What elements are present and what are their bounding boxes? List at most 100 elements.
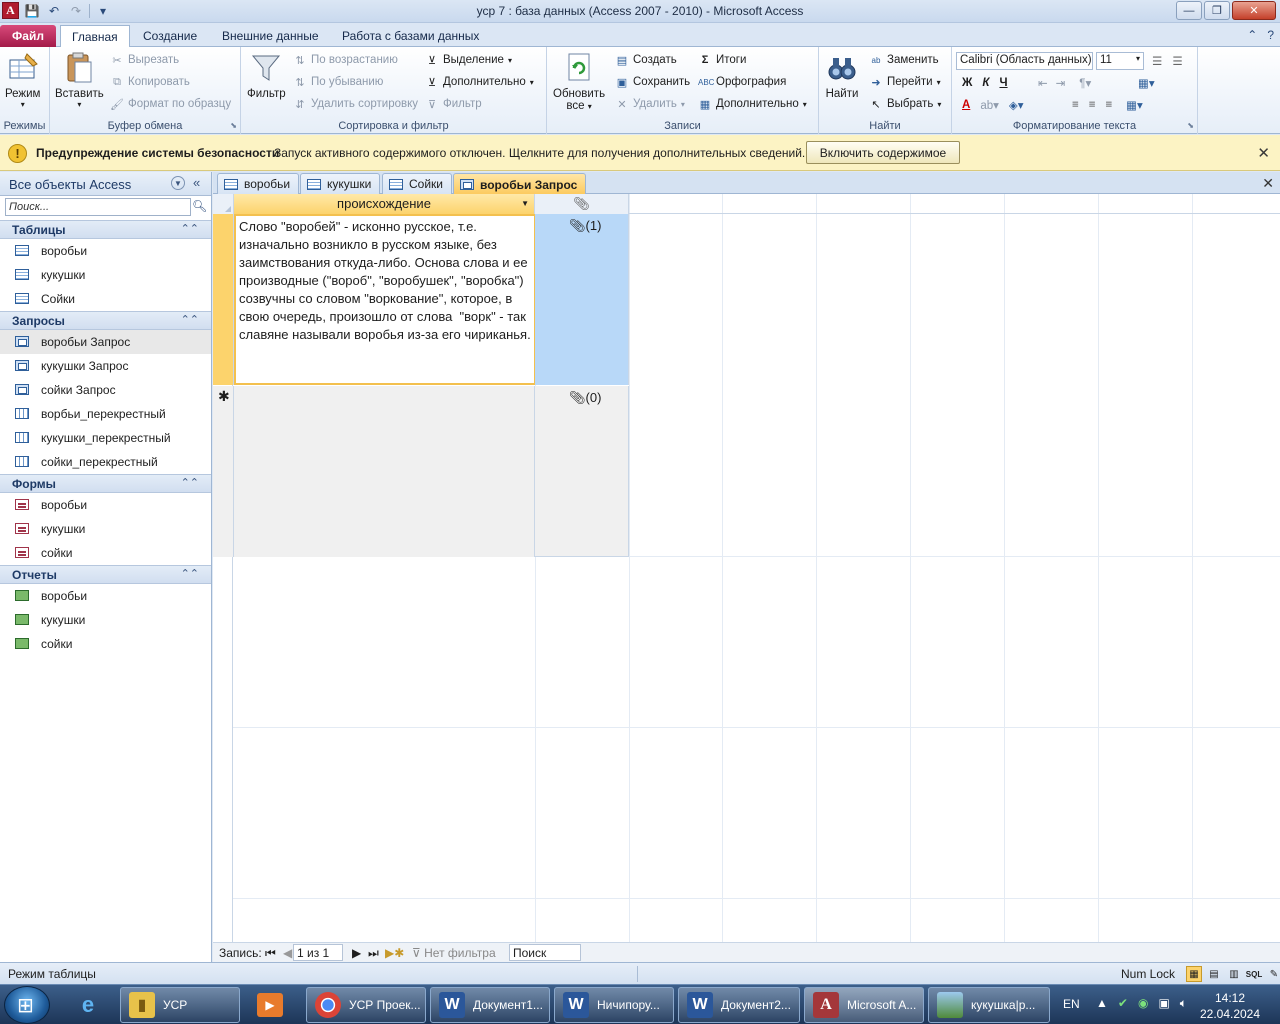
align-left-icon[interactable]: ≡: [1072, 99, 1079, 111]
taskbar-item-image[interactable]: кукушка|р...: [928, 987, 1050, 1023]
minimize-ribbon-icon[interactable]: ⌃: [1247, 28, 1257, 42]
doc-tab-query-active[interactable]: воробьи Запрос: [453, 173, 587, 195]
media-player-icon[interactable]: ▶: [244, 987, 296, 1023]
taskbar-item-explorer[interactable]: ▮ УСР: [120, 987, 240, 1023]
view-button[interactable]: Режим ▾: [5, 51, 40, 109]
nav-item-table[interactable]: кукушки: [0, 263, 211, 287]
tab-database-tools[interactable]: Работа с базами данных: [331, 25, 490, 47]
remove-sort-button[interactable]: ⇵ Удалить сортировку: [293, 95, 418, 113]
column-header-origin[interactable]: происхождение ▼: [234, 194, 535, 214]
start-button[interactable]: [4, 986, 50, 1024]
nav-item-table[interactable]: Сойки: [0, 287, 211, 311]
find-button[interactable]: Найти: [825, 51, 859, 100]
totals-button[interactable]: Σ Итоги: [698, 51, 747, 69]
nav-item-query[interactable]: кукушки_перекрестный: [0, 426, 211, 450]
record-search-input[interactable]: Поиск: [509, 944, 581, 961]
taskbar-item-word-2[interactable]: W Ничипору...: [554, 987, 674, 1023]
select-all-button[interactable]: [213, 194, 234, 214]
list-numbers-icon[interactable]: ☰: [1172, 54, 1182, 68]
new-record-origin-cell[interactable]: [234, 386, 535, 557]
security-message[interactable]: Запуск активного содержимого отключен. Щ…: [274, 146, 805, 160]
taskbar-item-access[interactable]: A Microsoft A...: [804, 987, 924, 1023]
taskbar-item-word-1[interactable]: W Документ1...: [430, 987, 550, 1023]
align-right-icon[interactable]: ≡: [1105, 99, 1112, 111]
alt-row-color-icon[interactable]: ▦▾: [1126, 98, 1143, 112]
network-icon[interactable]: ▣: [1158, 996, 1169, 1011]
nav-item-form[interactable]: кукушки: [0, 517, 211, 541]
advanced-filter-button[interactable]: ⊻ Дополнительно ▾: [425, 73, 534, 91]
increase-indent-icon[interactable]: ⇥: [1056, 76, 1066, 90]
internet-explorer-icon[interactable]: e: [62, 987, 114, 1023]
doc-tab-table[interactable]: кукушки: [300, 173, 381, 194]
filter-status[interactable]: ⊽ Нет фильтра: [412, 946, 496, 960]
nav-section-queries[interactable]: Запросы ⌃⌃: [0, 311, 211, 330]
nav-item-report[interactable]: кукушки: [0, 608, 211, 632]
bullets-button[interactable]: ☰ ☰: [1152, 52, 1183, 70]
status-circle-icon[interactable]: ◉: [1138, 996, 1148, 1011]
decrease-indent-icon[interactable]: ⇤: [1038, 76, 1048, 90]
design-view-icon[interactable]: ✎: [1266, 966, 1280, 982]
font-size-select[interactable]: 11 ▾: [1096, 52, 1144, 70]
new-record-attachment-cell[interactable]: 📎︎(0): [535, 386, 629, 557]
first-record-icon[interactable]: ⏮: [265, 946, 276, 961]
paste-button[interactable]: Вставить ▾: [55, 51, 104, 109]
nav-search-input[interactable]: Поиск...: [5, 198, 191, 216]
tab-create[interactable]: Создание: [132, 25, 208, 47]
refresh-all-button[interactable]: Обновить все ▾: [553, 51, 605, 112]
font-name-select[interactable]: Calibri (Область данных): [956, 52, 1093, 70]
next-record-icon[interactable]: ▶: [352, 946, 361, 960]
minimize-button[interactable]: —: [1176, 1, 1202, 20]
origin-cell[interactable]: Слово "воробей" - исконно русское, т.е. …: [234, 214, 536, 385]
replace-button[interactable]: ab Заменить: [869, 51, 939, 69]
align-center-icon[interactable]: ≡: [1089, 99, 1096, 111]
tray-expand-icon[interactable]: ▲: [1096, 996, 1108, 1011]
pivotchart-view-icon[interactable]: ▥: [1226, 966, 1242, 982]
close-icon[interactable]: ✕: [1257, 144, 1270, 162]
select-button[interactable]: ↖ Выбрать ▾: [869, 95, 941, 113]
highlight-icon[interactable]: ab▾: [980, 98, 999, 112]
italic-icon[interactable]: К: [982, 77, 989, 89]
gridlines-button[interactable]: ▦▾: [1138, 74, 1155, 92]
paragraph-icon[interactable]: ¶▾: [1079, 76, 1091, 90]
font-color-icon[interactable]: A: [962, 99, 970, 111]
nav-item-query[interactable]: воробьи Запрос: [0, 330, 211, 354]
language-indicator[interactable]: EN: [1063, 997, 1080, 1011]
nav-item-query[interactable]: ворбьи_перекрестный: [0, 402, 211, 426]
security-shield-icon[interactable]: ✔: [1118, 996, 1128, 1011]
tab-external-data[interactable]: Внешние данные: [211, 25, 330, 47]
nav-item-table[interactable]: воробьи: [0, 239, 211, 263]
underline-icon[interactable]: Ч: [999, 77, 1007, 89]
volume-icon[interactable]: 🔈︎: [1180, 996, 1187, 1011]
enable-content-button[interactable]: Включить содержимое: [806, 141, 960, 164]
clock-time[interactable]: 14:12: [1200, 991, 1260, 1005]
sort-descending-button[interactable]: ⇅ По убыванию: [293, 73, 383, 91]
chevron-down-icon[interactable]: ▼: [171, 176, 185, 190]
search-icon[interactable]: 🔍︎: [192, 199, 207, 213]
doc-tab-table[interactable]: воробьи: [217, 173, 300, 194]
dialog-launcher-icon[interactable]: ⬊: [230, 121, 237, 130]
previous-record-icon[interactable]: ◀: [283, 946, 292, 960]
sql-view-button[interactable]: SQL: [1246, 966, 1262, 982]
attachment-cell[interactable]: 📎︎(1): [535, 214, 629, 385]
current-record-input[interactable]: 1 из 1: [293, 944, 343, 961]
close-icon[interactable]: ✕: [1262, 175, 1274, 192]
save-record-button[interactable]: ▣ Сохранить: [615, 73, 690, 91]
collapse-pane-icon[interactable]: «: [193, 175, 200, 190]
maximize-button[interactable]: ❐: [1204, 1, 1230, 20]
tab-home[interactable]: Главная: [60, 25, 130, 48]
doc-tab-table[interactable]: Сойки: [382, 173, 452, 194]
last-record-icon[interactable]: ⏭: [368, 946, 379, 961]
dialog-launcher-icon[interactable]: ⬊: [1187, 121, 1194, 130]
fill-color-icon[interactable]: ◈▾: [1009, 98, 1024, 112]
toggle-filter-button[interactable]: ⊽ Фильтр: [425, 95, 482, 113]
record-selector[interactable]: [213, 214, 234, 385]
filter-button[interactable]: Фильтр: [247, 51, 286, 100]
format-painter-button[interactable]: 🖌 Формат по образцу: [110, 95, 231, 113]
goto-button[interactable]: ➜ Перейти ▾: [869, 73, 940, 91]
nav-item-query[interactable]: сойки Запрос: [0, 378, 211, 402]
nav-section-reports[interactable]: Отчеты ⌃⌃: [0, 565, 211, 584]
nav-item-form[interactable]: воробьи: [0, 493, 211, 517]
column-header-attachments[interactable]: 📎︎: [535, 194, 629, 214]
pivottable-view-icon[interactable]: ▤: [1206, 966, 1222, 982]
datasheet-view-icon[interactable]: ▦: [1186, 966, 1202, 982]
